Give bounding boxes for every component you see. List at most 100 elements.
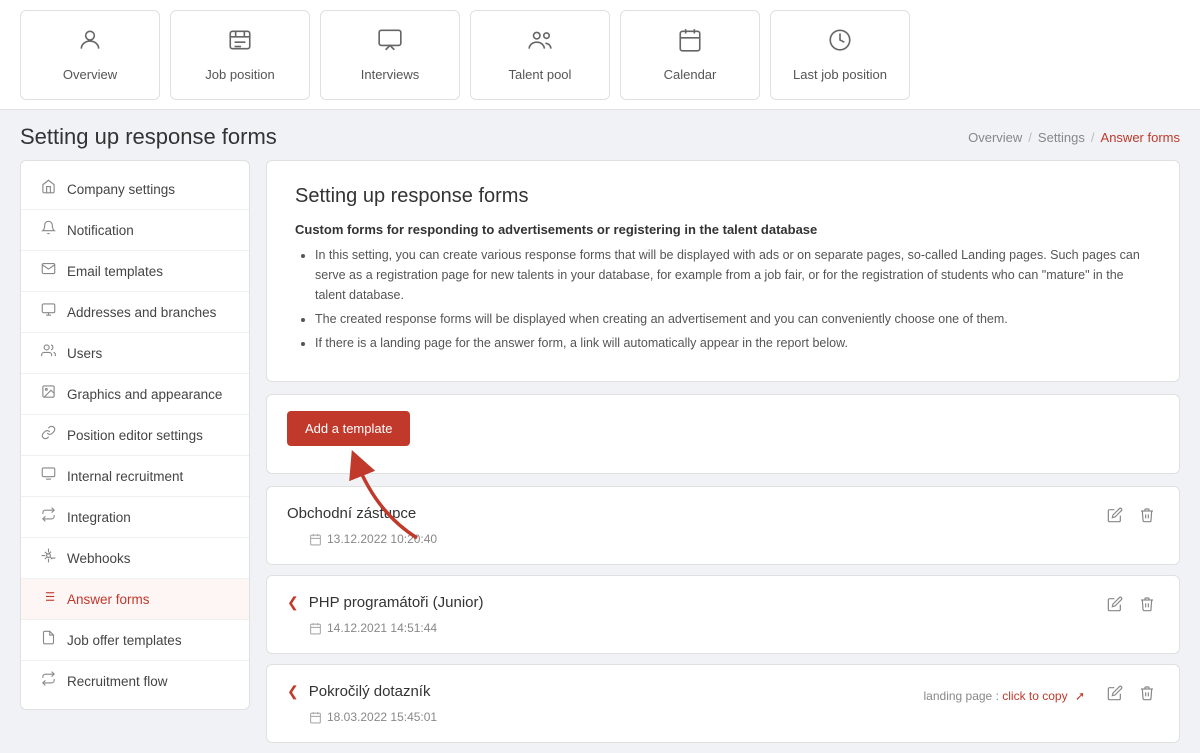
nav-job-position[interactable]: Job position xyxy=(170,10,310,100)
notification-icon xyxy=(39,220,57,240)
content-bullet-1: In this setting, you can create various … xyxy=(315,245,1151,305)
sidebar-item-integration[interactable]: Integration xyxy=(21,497,249,538)
content-title: Setting up response forms xyxy=(295,185,1151,208)
breadcrumb: Overview / Settings / Answer forms xyxy=(968,130,1180,145)
breadcrumb-active: Answer forms xyxy=(1101,130,1180,145)
sidebar-label-webhooks: Webhooks xyxy=(67,551,131,566)
main-layout: Company settings Notification Email temp… xyxy=(20,160,1180,753)
breadcrumb-overview[interactable]: Overview xyxy=(968,130,1022,145)
sidebar-item-graphics-appearance[interactable]: Graphics and appearance xyxy=(21,374,249,415)
sidebar-item-notification[interactable]: Notification xyxy=(21,210,249,251)
landing-page-text: landing page : xyxy=(924,689,1003,703)
nav-interviews-label: Interviews xyxy=(361,67,420,82)
landing-page-link-label: landing page : click to copy ➚ xyxy=(924,689,1086,703)
content-bullet-2: The created response forms will be displ… xyxy=(315,309,1151,329)
template-date-2: 14.12.2021 14:51:44 xyxy=(287,621,484,635)
template-left-1: Obchodní zástupce 13.12.2022 10:20:40 xyxy=(287,505,437,546)
company-settings-icon xyxy=(39,179,57,199)
template-delete-button-2[interactable] xyxy=(1135,594,1159,619)
content-description: In this setting, you can create various … xyxy=(295,245,1151,353)
internal-recruitment-icon xyxy=(39,466,57,486)
email-templates-icon xyxy=(39,261,57,281)
template-date-3: 18.03.2022 15:45:01 xyxy=(287,710,437,724)
sidebar-item-webhooks[interactable]: Webhooks xyxy=(21,538,249,579)
template-name-2: PHP programátoři (Junior) xyxy=(309,594,484,611)
landing-page-copy-link[interactable]: click to copy xyxy=(1002,689,1067,703)
content-bullet-3: If there is a landing page for the answe… xyxy=(315,333,1151,353)
integration-icon xyxy=(39,507,57,527)
calendar-icon-2 xyxy=(309,622,322,635)
nav-overview-label: Overview xyxy=(63,67,117,82)
sidebar-label-internal-recruitment: Internal recruitment xyxy=(67,469,183,484)
template-card-3: ❮ Pokročilý dotazník 18.03.2022 15:45:01… xyxy=(266,664,1180,743)
template-card-1: Obchodní zástupce 13.12.2022 10:20:40 xyxy=(266,486,1180,565)
webhooks-icon xyxy=(39,548,57,568)
template-delete-button-3[interactable] xyxy=(1135,683,1159,708)
calendar-icon-1 xyxy=(309,533,322,546)
breadcrumb-settings[interactable]: Settings xyxy=(1038,130,1085,145)
sidebar-label-addresses: Addresses and branches xyxy=(67,305,216,320)
sidebar-label-users: Users xyxy=(67,346,102,361)
template-date-1: 13.12.2022 10:20:40 xyxy=(287,532,437,546)
nav-last-job-position-label: Last job position xyxy=(793,67,887,82)
template-name-row-2: ❮ PHP programátoři (Junior) xyxy=(287,594,484,611)
sidebar-label-integration: Integration xyxy=(67,510,131,525)
template-date-text-3: 18.03.2022 15:45:01 xyxy=(327,710,437,724)
nav-job-position-label: Job position xyxy=(205,67,274,82)
info-box: Setting up response forms Custom forms f… xyxy=(266,160,1180,382)
top-navigation: Overview Job position Interviews Talent … xyxy=(0,0,1200,110)
template-edit-button-1[interactable] xyxy=(1103,505,1127,530)
sidebar-item-recruitment-flow[interactable]: Recruitment flow xyxy=(21,661,249,701)
sidebar-item-internal-recruitment[interactable]: Internal recruitment xyxy=(21,456,249,497)
job-offer-templates-icon xyxy=(39,630,57,650)
sidebar-label-job-offer-templates: Job offer templates xyxy=(67,633,182,648)
template-chevron-3: ❮ xyxy=(287,683,299,700)
template-left-2: ❮ PHP programátoři (Junior) 14.12.2021 1… xyxy=(287,594,484,635)
addresses-branches-icon xyxy=(39,302,57,322)
template-name-3: Pokročilý dotazník xyxy=(309,683,431,700)
nav-talent-pool[interactable]: Talent pool xyxy=(470,10,610,100)
template-edit-button-2[interactable] xyxy=(1103,594,1127,619)
template-actions-2 xyxy=(1103,594,1159,619)
template-name-row-1: Obchodní zástupce xyxy=(287,505,437,522)
template-date-text-2: 14.12.2021 14:51:44 xyxy=(327,621,437,635)
sidebar-item-answer-forms[interactable]: Answer forms xyxy=(21,579,249,620)
nav-last-job-position[interactable]: Last job position xyxy=(770,10,910,100)
overview-icon xyxy=(77,27,103,59)
talent-pool-icon xyxy=(527,27,553,59)
sidebar-item-job-offer-templates[interactable]: Job offer templates xyxy=(21,620,249,661)
sidebar-label-company-settings: Company settings xyxy=(67,182,175,197)
breadcrumb-sep-2: / xyxy=(1091,130,1095,145)
calendar-icon xyxy=(677,27,703,59)
users-icon xyxy=(39,343,57,363)
external-link-icon[interactable]: ➚ xyxy=(1075,689,1085,703)
sidebar-item-users[interactable]: Users xyxy=(21,333,249,374)
content-subtitle: Custom forms for responding to advertise… xyxy=(295,222,1151,237)
nav-calendar[interactable]: Calendar xyxy=(620,10,760,100)
calendar-icon-3 xyxy=(309,711,322,724)
sidebar-label-answer-forms: Answer forms xyxy=(67,592,150,607)
add-template-button[interactable]: Add a template xyxy=(287,411,410,446)
nav-interviews[interactable]: Interviews xyxy=(320,10,460,100)
template-edit-button-3[interactable] xyxy=(1103,683,1127,708)
recruitment-flow-icon xyxy=(39,671,57,691)
answer-forms-icon xyxy=(39,589,57,609)
last-job-position-icon xyxy=(827,27,853,59)
sidebar-item-email-templates[interactable]: Email templates xyxy=(21,251,249,292)
job-position-icon xyxy=(227,27,253,59)
nav-calendar-label: Calendar xyxy=(664,67,717,82)
sidebar-item-addresses-branches[interactable]: Addresses and branches xyxy=(21,292,249,333)
sidebar-item-position-editor[interactable]: Position editor settings xyxy=(21,415,249,456)
nav-talent-pool-label: Talent pool xyxy=(509,67,572,82)
nav-overview[interactable]: Overview xyxy=(20,10,160,100)
page-title: Setting up response forms xyxy=(20,124,277,150)
sidebar-label-position-editor: Position editor settings xyxy=(67,428,203,443)
template-actions-3: landing page : click to copy ➚ xyxy=(924,683,1160,708)
sidebar-label-recruitment-flow: Recruitment flow xyxy=(67,674,168,689)
template-date-text-1: 13.12.2022 10:20:40 xyxy=(327,532,437,546)
template-delete-button-1[interactable] xyxy=(1135,505,1159,530)
sidebar-item-company-settings[interactable]: Company settings xyxy=(21,169,249,210)
position-editor-icon xyxy=(39,425,57,445)
sidebar-label-email-templates: Email templates xyxy=(67,264,163,279)
page-wrapper: Setting up response forms Overview / Set… xyxy=(0,110,1200,753)
